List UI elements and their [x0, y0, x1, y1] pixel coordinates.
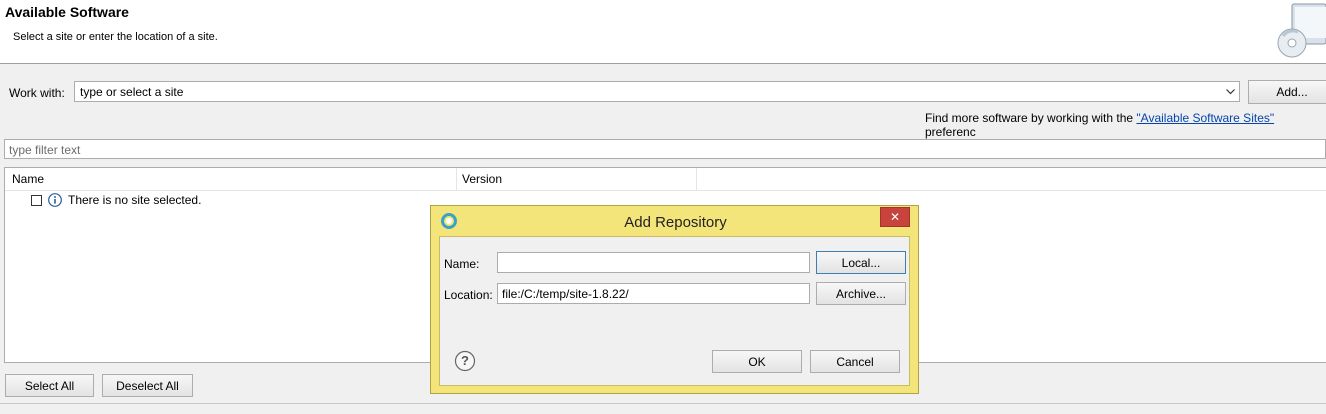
close-button[interactable]: ✕ — [880, 207, 910, 227]
find-more-text: Find more software by working with the "… — [925, 111, 1326, 139]
name-label: Name: — [444, 257, 480, 271]
add-repository-dialog: Add Repository ✕ Name: Local... Location… — [430, 205, 919, 394]
row-checkbox[interactable] — [31, 195, 42, 206]
chevron-down-icon[interactable] — [1221, 82, 1239, 101]
location-field[interactable]: file:/C:/temp/site-1.8.22/ — [497, 283, 810, 304]
ok-button[interactable]: OK — [712, 350, 802, 373]
column-divider[interactable] — [456, 168, 457, 190]
column-header-version[interactable]: Version — [462, 168, 502, 190]
location-value: file:/C:/temp/site-1.8.22/ — [502, 287, 629, 301]
find-more-prefix: Find more software by working with the — [925, 111, 1137, 125]
local-button[interactable]: Local... — [816, 251, 906, 274]
help-symbol: ? — [461, 353, 469, 368]
page-title: Available Software — [5, 4, 129, 20]
page-description: Select a site or enter the location of a… — [13, 31, 218, 43]
info-icon — [48, 193, 62, 207]
column-header-name[interactable]: Name — [12, 168, 44, 190]
add-site-button[interactable]: Add... — [1248, 80, 1326, 104]
column-divider[interactable] — [696, 168, 697, 190]
dialog-body: Name: Local... Location: file:/C:/temp/s… — [439, 236, 910, 386]
row-label: There is no site selected. — [68, 193, 202, 207]
archive-button[interactable]: Archive... — [816, 282, 906, 305]
close-icon: ✕ — [889, 210, 901, 224]
work-with-label: Work with: — [9, 86, 65, 100]
select-all-button[interactable]: Select All — [5, 374, 94, 397]
dialog-title: Add Repository — [624, 214, 727, 231]
find-more-suffix: preferenc — [925, 125, 976, 139]
name-field[interactable] — [497, 252, 810, 273]
work-with-combo[interactable]: type or select a site — [74, 81, 1240, 102]
cancel-button[interactable]: Cancel — [810, 350, 900, 373]
deselect-all-button[interactable]: Deselect All — [102, 374, 193, 397]
install-software-icon — [1277, 3, 1326, 58]
filter-input[interactable]: type filter text — [4, 139, 1326, 159]
wizard-banner: Available Software Select a site or ente… — [0, 0, 1326, 64]
filter-placeholder: type filter text — [9, 143, 81, 157]
help-icon[interactable]: ? — [454, 350, 476, 372]
location-label: Location: — [444, 288, 493, 302]
work-with-value: type or select a site — [80, 85, 184, 99]
divider — [0, 403, 1326, 404]
available-software-sites-link[interactable]: "Available Software Sites" — [1136, 111, 1274, 125]
table-header: Name Version — [5, 168, 1326, 191]
